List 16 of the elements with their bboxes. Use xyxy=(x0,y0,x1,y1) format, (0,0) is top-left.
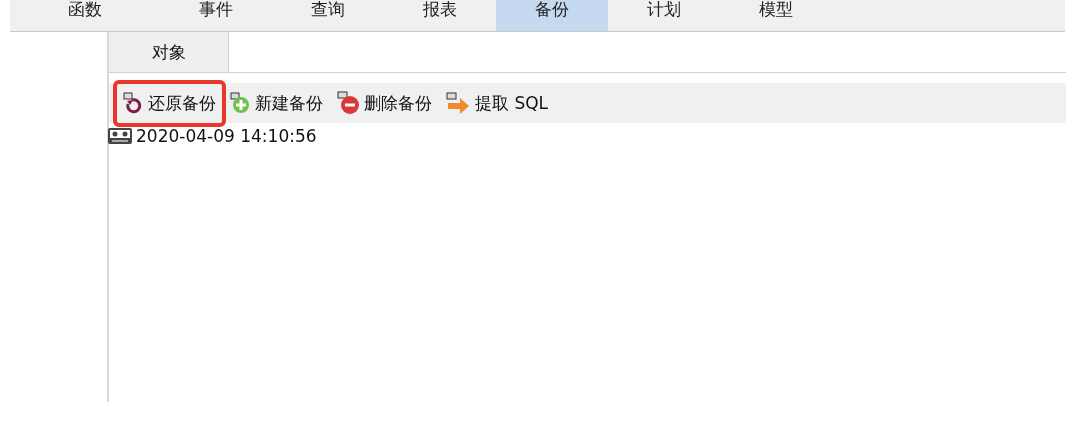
tab[interactable]: 模型 xyxy=(720,0,832,31)
object-tab[interactable]: 对象 xyxy=(109,32,229,72)
backup-item[interactable]: 2020-04-09 14:10:56 xyxy=(136,126,317,146)
toolbar-button[interactable]: 提取 SQL xyxy=(442,89,553,117)
add-icon xyxy=(230,92,252,114)
tab[interactable]: 计划 xyxy=(608,0,720,31)
tab[interactable]: 报表 xyxy=(384,0,496,31)
tab[interactable]: 事件 xyxy=(160,0,272,31)
tab[interactable]: 备份 xyxy=(496,0,608,31)
toolbar-button[interactable]: 还原备份 xyxy=(119,89,220,117)
toolbar-button[interactable]: 新建备份 xyxy=(226,89,327,117)
tab[interactable]: 函数 xyxy=(10,0,160,31)
tape-icon xyxy=(107,126,133,146)
tab[interactable]: 查询 xyxy=(272,0,384,31)
toolbar-button[interactable]: 删除备份 xyxy=(333,89,436,117)
delete-icon xyxy=(337,91,361,115)
